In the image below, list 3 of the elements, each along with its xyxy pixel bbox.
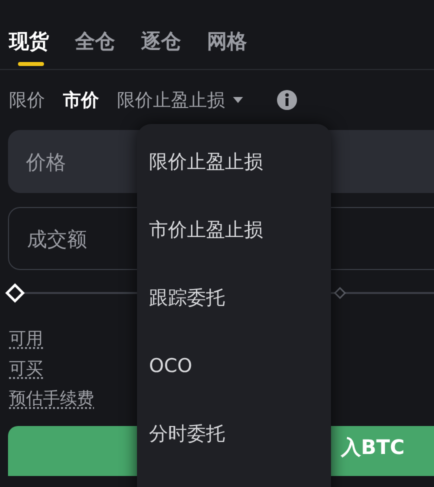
info-label: 预估手续费: [9, 388, 94, 411]
info-label: 可买: [9, 358, 43, 381]
info-label: 可用: [9, 328, 43, 351]
